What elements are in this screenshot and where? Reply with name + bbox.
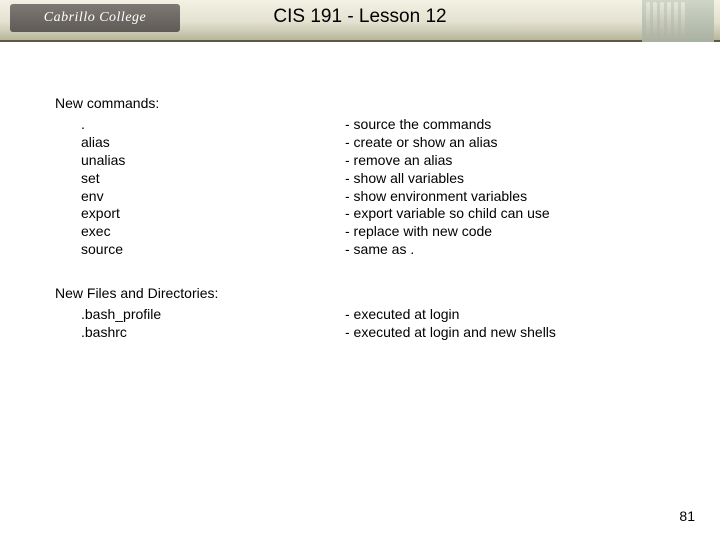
page-number: 81: [679, 508, 695, 524]
files-list: .bash_profile .bashrc - executed at logi…: [55, 306, 690, 342]
file-descriptions-col: - executed at login - executed at login …: [345, 306, 690, 342]
files-col: .bash_profile .bashrc: [55, 306, 345, 342]
slide: Cabrillo College CIS 191 - Lesson 12 New…: [0, 0, 720, 540]
pillar-icon: [681, 2, 685, 40]
pillar-icon: [674, 2, 678, 40]
header-band: Cabrillo College CIS 191 - Lesson 12: [0, 0, 720, 42]
pillars-decoration: [642, 0, 714, 42]
cmd: export: [81, 205, 345, 223]
desc: - same as .: [345, 241, 690, 259]
desc: - source the commands: [345, 116, 690, 134]
desc: - executed at login and new shells: [345, 324, 690, 342]
cmd: source: [81, 241, 345, 259]
commands-col: . alias unalias set env export exec sour…: [55, 116, 345, 259]
slide-title: CIS 191 - Lesson 12: [0, 6, 720, 28]
pillar-icon: [653, 2, 657, 40]
section-title-files: New Files and Directories:: [55, 285, 690, 303]
desc: - show all variables: [345, 170, 690, 188]
desc: - replace with new code: [345, 223, 690, 241]
cmd: alias: [81, 134, 345, 152]
pillar-icon: [667, 2, 671, 40]
descriptions-col: - source the commands - create or show a…: [345, 116, 690, 259]
spacer: [55, 259, 690, 285]
cmd: env: [81, 188, 345, 206]
file: .bashrc: [81, 324, 345, 342]
cmd: set: [81, 170, 345, 188]
cmd: exec: [81, 223, 345, 241]
pillar-icon: [660, 2, 664, 40]
file: .bash_profile: [81, 306, 345, 324]
section-title-commands: New commands:: [55, 95, 690, 113]
slide-body: New commands: . alias unalias set env ex…: [55, 95, 690, 510]
desc: - remove an alias: [345, 152, 690, 170]
pillar-icon: [646, 2, 650, 40]
desc: - export variable so child can use: [345, 205, 690, 223]
desc: - show environment variables: [345, 188, 690, 206]
desc: - executed at login: [345, 306, 690, 324]
commands-list: . alias unalias set env export exec sour…: [55, 116, 690, 259]
cmd: unalias: [81, 152, 345, 170]
cmd: .: [81, 116, 345, 134]
desc: - create or show an alias: [345, 134, 690, 152]
